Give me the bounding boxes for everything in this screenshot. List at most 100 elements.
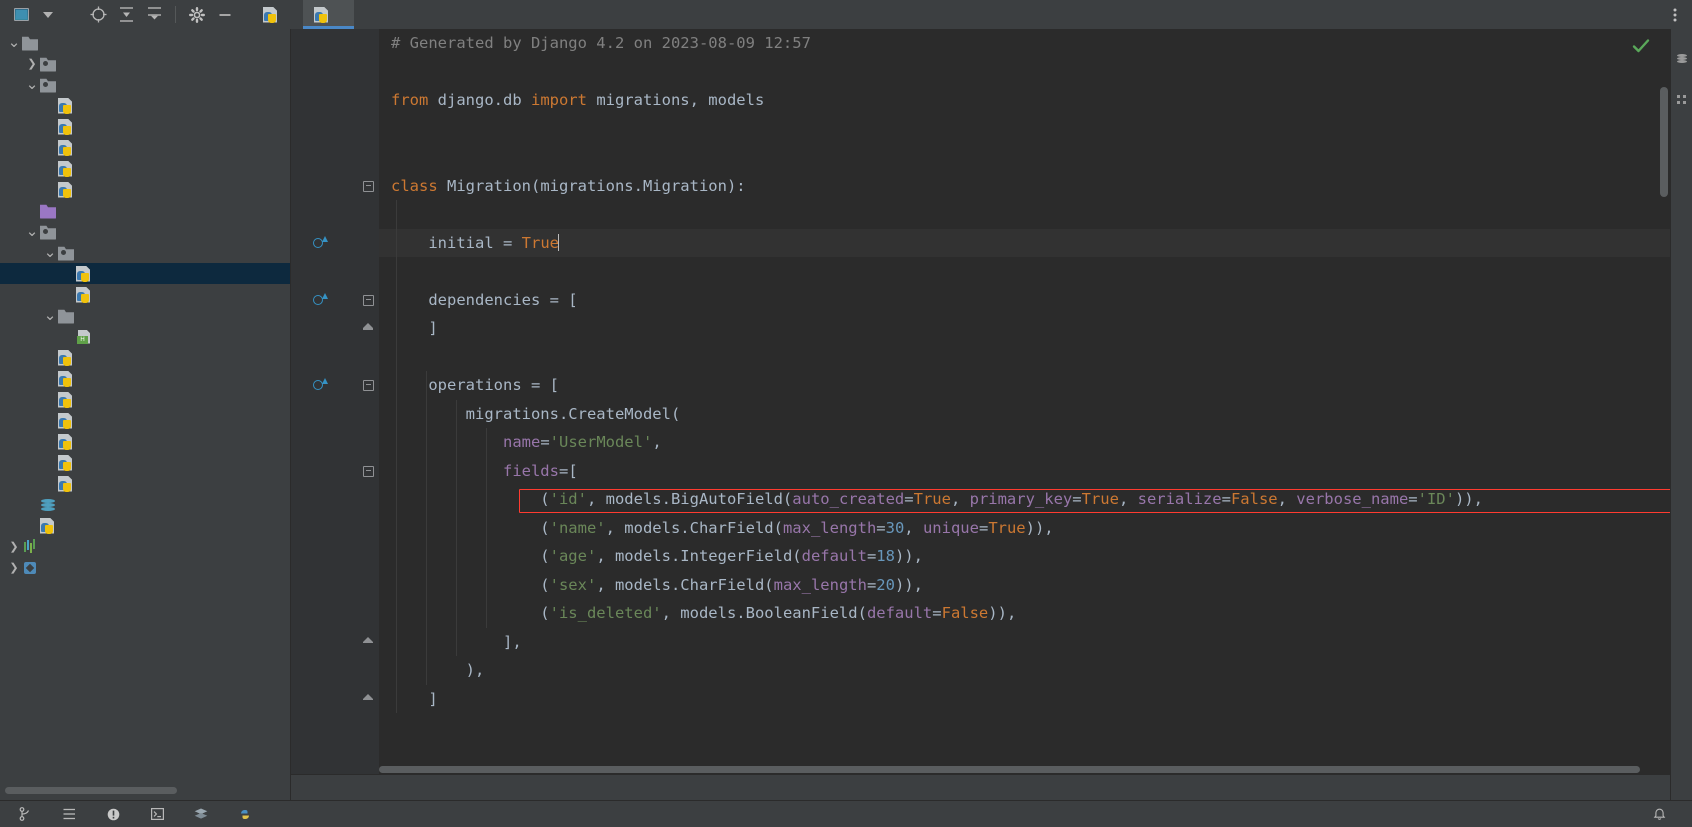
code-line[interactable]: migrations.CreateModel( xyxy=(379,400,1670,429)
editor-horizontal-scrollbar[interactable] xyxy=(379,766,1640,773)
fold-end-icon[interactable] xyxy=(363,635,374,647)
code-line[interactable]: from django.db import migrations, models xyxy=(379,86,1670,115)
code-line[interactable] xyxy=(379,257,1670,286)
fold-collapse-icon[interactable] xyxy=(363,380,374,391)
tree-item-db-sqlite3[interactable] xyxy=(0,494,290,515)
code-line[interactable]: ), xyxy=(379,656,1670,685)
code-line[interactable]: class Migration(migrations.Migration): xyxy=(379,172,1670,201)
tree-item-templates[interactable]: ⌄ xyxy=(0,305,290,326)
tree-item-user[interactable]: ⌄ xyxy=(0,221,290,242)
tab-models-py[interactable] xyxy=(252,0,303,29)
chevron-down-icon[interactable]: ⌄ xyxy=(42,308,58,323)
chevron-down-icon[interactable] xyxy=(43,11,53,18)
tree-item-mydjangopro2[interactable]: ⌄ xyxy=(0,32,290,53)
chevron-down-icon[interactable]: ⌄ xyxy=(24,224,40,239)
tree-item-external-libraries[interactable]: ❯ xyxy=(0,536,290,557)
fold-collapse-icon[interactable] xyxy=(363,465,374,477)
code-token: default xyxy=(866,604,933,622)
chevron-down-icon[interactable]: ⌄ xyxy=(24,77,40,92)
code-folding-gutter[interactable] xyxy=(359,29,379,774)
code-line[interactable] xyxy=(379,115,1670,144)
tree-horizontal-scrollbar[interactable] xyxy=(5,787,177,794)
code-line[interactable]: ] xyxy=(379,314,1670,343)
status-python-console[interactable] xyxy=(226,801,270,827)
tab-0001-initial-py[interactable] xyxy=(303,0,354,29)
code-token: )), xyxy=(1454,490,1483,508)
breadcrumb[interactable] xyxy=(291,774,1670,800)
more-options-icon[interactable] xyxy=(1658,0,1692,29)
tree-item-app[interactable]: ❯ xyxy=(0,53,290,74)
run-gutter-icon[interactable] xyxy=(313,378,328,392)
tree-item-tests-py[interactable] xyxy=(0,431,290,452)
tree-item-templates[interactable] xyxy=(0,200,290,221)
status-terminal[interactable] xyxy=(138,801,182,827)
fold-collapse-icon[interactable] xyxy=(363,180,374,192)
editor-vertical-scrollbar[interactable] xyxy=(1660,87,1668,197)
tree-item-index-html[interactable]: H xyxy=(0,326,290,347)
code-line[interactable] xyxy=(379,713,1670,742)
code-line[interactable]: ] xyxy=(379,685,1670,714)
tree-item-settings-py[interactable] xyxy=(0,137,290,158)
rail-item-sciview[interactable] xyxy=(1677,95,1686,109)
project-tool-button[interactable] xyxy=(0,0,63,29)
chevron-down-icon[interactable]: ⌄ xyxy=(42,245,58,260)
tree-item-wsgi-py[interactable] xyxy=(0,179,290,200)
tree-item-urls-py[interactable] xyxy=(0,158,290,179)
code-line[interactable]: operations = [ xyxy=(379,371,1670,400)
rail-item-database[interactable] xyxy=(1676,53,1687,69)
fold-end-icon[interactable] xyxy=(363,692,374,704)
code-line[interactable]: ('sex', models.CharField(max_length=20))… xyxy=(379,571,1670,600)
code-line[interactable]: name='UserModel', xyxy=(379,428,1670,457)
code-line[interactable]: initial = True xyxy=(379,228,1670,257)
code-line[interactable] xyxy=(379,343,1670,372)
code-line[interactable] xyxy=(379,58,1670,87)
code-line[interactable] xyxy=(379,143,1670,172)
chevron-down-icon[interactable]: ⌄ xyxy=(6,35,22,50)
fold-collapse-icon[interactable] xyxy=(363,294,374,306)
code-line[interactable]: dependencies = [ xyxy=(379,286,1670,315)
no-problems-check-icon[interactable] xyxy=(1632,37,1650,55)
tree-item-apps-py[interactable] xyxy=(0,389,290,410)
status-problems[interactable] xyxy=(94,801,138,827)
status-todo[interactable] xyxy=(50,801,94,827)
run-gutter-icon[interactable] xyxy=(313,292,328,307)
code-line[interactable]: ('id', models.BigAutoField(auto_created=… xyxy=(379,485,1670,514)
tree-item-init-py[interactable] xyxy=(0,95,290,116)
tree-item-urls-py[interactable] xyxy=(0,452,290,473)
tree-item-scratches-and-consoles[interactable]: ❯ xyxy=(0,557,290,578)
tree-item-manage-py[interactable] xyxy=(0,515,290,536)
tree-item-models-py[interactable] xyxy=(0,410,290,431)
project-tree[interactable]: ⌄ ❯ ⌄ ⌄ ⌄ ⌄ H ❯ ❯ xyxy=(0,29,290,800)
code-line[interactable] xyxy=(379,200,1670,229)
line-number-gutter[interactable] xyxy=(291,29,359,774)
code-line[interactable]: ('is_deleted', models.BooleanField(defau… xyxy=(379,599,1670,628)
tree-item-init-py[interactable] xyxy=(0,284,290,305)
code-editor[interactable]: # Generated by Django 4.2 on 2023-08-09 … xyxy=(379,29,1670,774)
tree-item-mydjangopro2[interactable]: ⌄ xyxy=(0,74,290,95)
status-version-control[interactable] xyxy=(6,801,50,827)
tree-item-admin-py[interactable] xyxy=(0,368,290,389)
chevron-right-icon[interactable]: ❯ xyxy=(24,57,40,70)
chevron-right-icon[interactable]: ❯ xyxy=(6,561,22,574)
locate-icon[interactable] xyxy=(85,2,111,28)
code-line[interactable]: fields=[ xyxy=(379,457,1670,486)
run-gutter-icon[interactable] xyxy=(313,235,328,250)
chevron-right-icon[interactable]: ❯ xyxy=(6,540,22,553)
gear-icon[interactable] xyxy=(184,2,210,28)
expand-all-icon[interactable] xyxy=(113,2,139,28)
code-line[interactable]: ('name', models.CharField(max_length=30,… xyxy=(379,514,1670,543)
code-line[interactable]: ('age', models.IntegerField(default=18))… xyxy=(379,542,1670,571)
tree-item-asgi-py[interactable] xyxy=(0,116,290,137)
tree-item-migrations[interactable]: ⌄ xyxy=(0,242,290,263)
status-python-packages[interactable] xyxy=(182,801,226,827)
code-token: operations = [ xyxy=(391,376,559,394)
status-event-log[interactable] xyxy=(1640,801,1684,827)
tree-item-init-py[interactable] xyxy=(0,347,290,368)
code-line[interactable]: # Generated by Django 4.2 on 2023-08-09 … xyxy=(379,29,1670,58)
fold-end-icon[interactable] xyxy=(363,321,374,333)
minimize-icon[interactable] xyxy=(212,2,238,28)
code-line[interactable]: ], xyxy=(379,628,1670,657)
collapse-all-icon[interactable] xyxy=(141,2,167,28)
tree-item-0001-initial-py[interactable] xyxy=(0,263,290,284)
tree-item-views-py[interactable] xyxy=(0,473,290,494)
